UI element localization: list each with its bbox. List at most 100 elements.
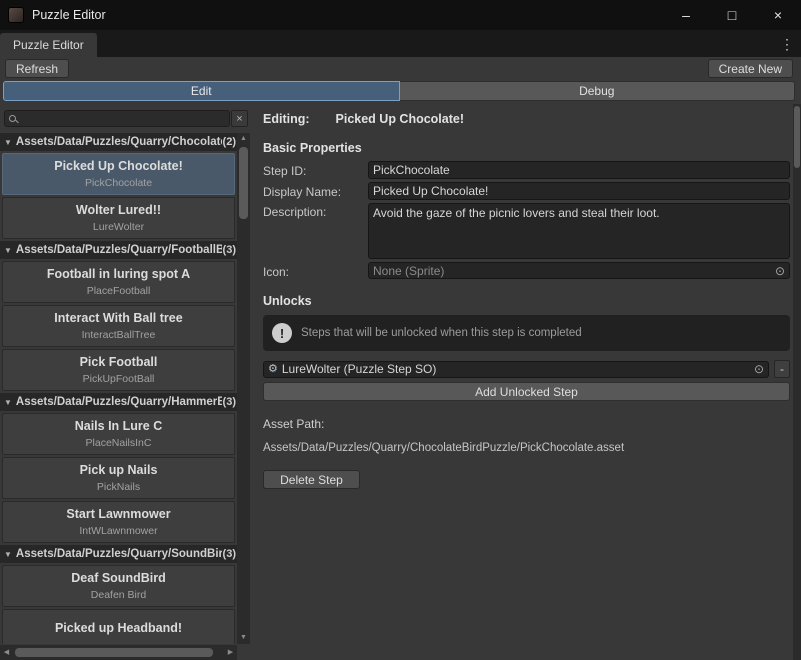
icon-object-field[interactable]: None (Sprite) ⊙ — [368, 262, 790, 279]
create-new-button[interactable]: Create New — [708, 59, 793, 78]
asset-group-count: (3) — [222, 545, 237, 563]
asset-group-path: Assets/Data/Puzzles/Quarry/HammerBird — [16, 396, 237, 408]
list-item[interactable]: Picked up Headband! — [2, 609, 235, 644]
step-title: Nails In Lure C — [75, 419, 163, 433]
search-clear-button[interactable]: × — [231, 110, 248, 127]
window-controls: – □ × — [663, 0, 801, 30]
step-title: Football in luring spot A — [47, 267, 190, 281]
sidebar-vertical-scrollbar[interactable]: ▲ ▼ — [237, 133, 250, 644]
add-unlocked-step-button[interactable]: Add Unlocked Step — [263, 382, 790, 401]
scroll-up-icon[interactable]: ▲ — [237, 133, 250, 145]
tab-puzzle-editor[interactable]: Puzzle Editor — [0, 33, 97, 57]
foldout-arrow-icon: ▼ — [4, 138, 12, 147]
asset-group-count: (2) — [222, 133, 237, 151]
list-item[interactable]: Pick Football PickUpFootBall — [2, 349, 235, 391]
info-icon: ! — [272, 323, 292, 343]
asset-path-value: Assets/Data/Puzzles/Quarry/ChocolateBird… — [263, 442, 790, 454]
list-item[interactable]: Football in luring spot A PlaceFootball — [2, 261, 235, 303]
refresh-button[interactable]: Refresh — [5, 59, 69, 78]
title-bar: Puzzle Editor – □ × — [0, 0, 801, 30]
step-id: IntWLawnmower — [79, 525, 157, 537]
list-item[interactable]: Pick up Nails PickNails — [2, 457, 235, 499]
scriptable-object-icon: ⚙ — [268, 364, 278, 375]
step-title: Interact With Ball tree — [54, 311, 182, 325]
object-picker-icon[interactable]: ⊙ — [775, 265, 785, 277]
list-item[interactable]: Nails In Lure C PlaceNailsInC — [2, 413, 235, 455]
doc-tab-strip: Puzzle Editor ⋮ — [0, 30, 801, 57]
unlocked-step-value: LureWolter (Puzzle Step SO) — [282, 362, 750, 376]
step-id: InteractBallTree — [82, 329, 156, 341]
unlocks-info-text: Steps that will be unlocked when this st… — [301, 327, 582, 339]
step-title: Start Lawnmower — [66, 507, 170, 521]
asset-group-header[interactable]: ▼ Assets/Data/Puzzles/Quarry/ChocolateBi… — [0, 133, 237, 151]
step-id: Deafen Bird — [91, 589, 146, 601]
step-title: Wolter Lured!! — [76, 203, 161, 217]
description-input[interactable]: Avoid the gaze of the picnic lovers and … — [368, 203, 790, 259]
unlocks-info-box: ! Steps that will be unlocked when this … — [263, 315, 790, 351]
asset-group-header[interactable]: ▼ Assets/Data/Puzzles/Quarry/SoundBird (… — [0, 545, 237, 563]
asset-group-count: (3) — [222, 241, 237, 259]
step-list-panel: × ▼ Assets/Data/Puzzles/Quarry/Chocolate… — [0, 104, 250, 660]
display-name-label: Display Name: — [263, 183, 368, 199]
delete-step-button[interactable]: Delete Step — [263, 470, 360, 489]
asset-path-label: Asset Path: — [263, 417, 790, 431]
editor-panel: Editing: Picked Up Chocolate! Basic Prop… — [255, 104, 790, 660]
step-title: Deaf SoundBird — [71, 571, 165, 585]
foldout-arrow-icon: ▼ — [4, 246, 12, 255]
toolbar: Refresh Create New — [0, 57, 801, 80]
window-title: Puzzle Editor — [32, 8, 106, 22]
asset-group-path: Assets/Data/Puzzles/Quarry/ChocolateBird — [16, 136, 237, 148]
vertical-scroll-thumb[interactable] — [239, 147, 248, 219]
minimize-button[interactable]: – — [663, 0, 709, 30]
asset-group-count: (3) — [222, 393, 237, 411]
editing-value: Picked Up Chocolate! — [336, 112, 465, 126]
editing-label: Editing: — [263, 112, 310, 126]
icon-object-value: None (Sprite) — [373, 264, 771, 278]
step-title: Picked up Headband! — [55, 621, 182, 635]
scroll-left-icon[interactable]: ◀ — [0, 645, 13, 660]
foldout-arrow-icon: ▼ — [4, 398, 12, 407]
tab-debug[interactable]: Debug — [400, 81, 796, 101]
window-vertical-scrollbar[interactable] — [793, 104, 801, 660]
asset-group-header[interactable]: ▼ Assets/Data/Puzzles/Quarry/FootballBir… — [0, 241, 237, 259]
step-title: Picked Up Chocolate! — [54, 159, 183, 173]
horizontal-scroll-thumb[interactable] — [15, 648, 213, 657]
window-menu-icon[interactable]: ⋮ — [779, 34, 795, 54]
unlocked-step-object-field[interactable]: ⚙ LureWolter (Puzzle Step SO) ⊙ — [263, 361, 769, 378]
scroll-down-icon[interactable]: ▼ — [237, 632, 250, 644]
list-item[interactable]: Interact With Ball tree InteractBallTree — [2, 305, 235, 347]
search-icon — [9, 115, 16, 122]
remove-unlocked-step-button[interactable]: - — [774, 360, 790, 378]
step-id: PlaceFootball — [87, 285, 151, 297]
search-box[interactable] — [4, 110, 230, 127]
list-item[interactable]: Deaf SoundBird Deafen Bird — [2, 565, 235, 607]
search-input[interactable] — [20, 113, 225, 125]
display-name-input[interactable] — [368, 182, 790, 200]
description-label: Description: — [263, 203, 368, 219]
step-id: PickChocolate — [85, 177, 152, 189]
step-title: Pick up Nails — [80, 463, 158, 477]
asset-group-header[interactable]: ▼ Assets/Data/Puzzles/Quarry/HammerBird … — [0, 393, 237, 411]
asset-group-path: Assets/Data/Puzzles/Quarry/SoundBird — [16, 548, 237, 560]
unlocks-title: Unlocks — [263, 294, 790, 308]
list-item[interactable]: Start Lawnmower IntWLawnmower — [2, 501, 235, 543]
close-button[interactable]: × — [755, 0, 801, 30]
tab-edit[interactable]: Edit — [3, 81, 400, 101]
scroll-right-icon[interactable]: ▶ — [224, 645, 237, 660]
maximize-button[interactable]: □ — [709, 0, 755, 30]
step-id-input[interactable] — [368, 161, 790, 179]
window-scroll-thumb[interactable] — [794, 106, 800, 168]
basic-properties-title: Basic Properties — [263, 141, 790, 155]
unlocked-step-row: ⚙ LureWolter (Puzzle Step SO) ⊙ - — [263, 360, 790, 378]
list-item[interactable]: Wolter Lured!! LureWolter — [2, 197, 235, 239]
sidebar-horizontal-scrollbar[interactable]: ◀ ▶ — [0, 645, 237, 660]
asset-group-path: Assets/Data/Puzzles/Quarry/FootballBird — [16, 244, 237, 256]
app-icon — [8, 7, 24, 23]
icon-label: Icon: — [263, 263, 368, 279]
step-id: PlaceNailsInC — [86, 437, 152, 449]
object-picker-icon[interactable]: ⊙ — [754, 363, 764, 375]
list-item[interactable]: Picked Up Chocolate! PickChocolate — [2, 153, 235, 195]
editing-header: Editing: Picked Up Chocolate! — [263, 112, 790, 126]
foldout-arrow-icon: ▼ — [4, 550, 12, 559]
step-title: Pick Football — [80, 355, 158, 369]
